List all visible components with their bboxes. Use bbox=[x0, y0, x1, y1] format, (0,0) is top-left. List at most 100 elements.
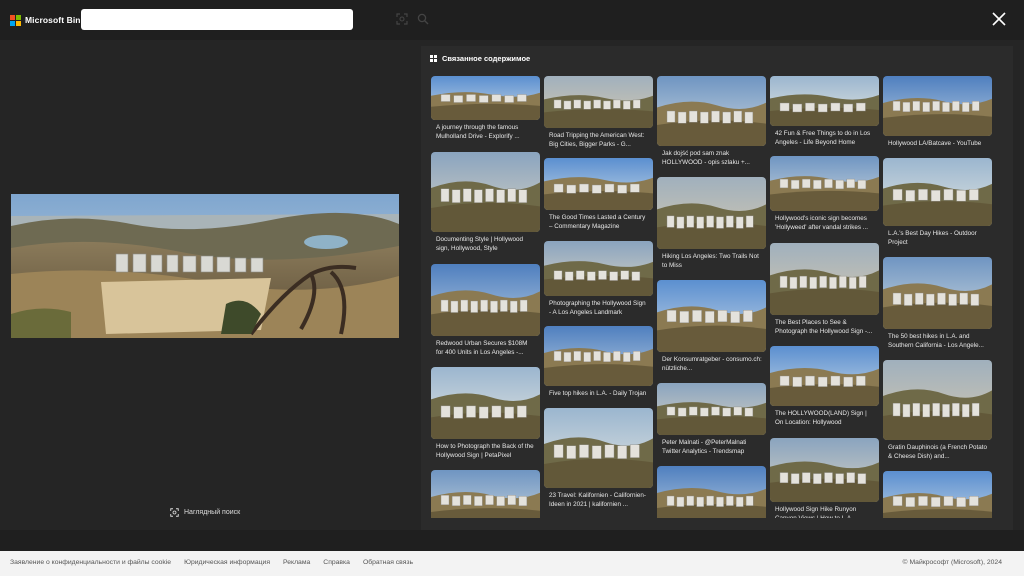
related-image-card[interactable]: Hollywood LA/Batcave - YouTube bbox=[883, 76, 992, 148]
sign-letter bbox=[970, 293, 980, 306]
related-image-card[interactable]: 23 Travel: Kalifornien - Californien-Ide… bbox=[544, 408, 653, 509]
close-icon[interactable] bbox=[991, 11, 1007, 27]
related-image-card[interactable]: The Best Places to See & Photograph the … bbox=[770, 243, 879, 336]
search-input[interactable] bbox=[87, 12, 307, 27]
sign-letter bbox=[518, 189, 528, 203]
sign-letter bbox=[722, 111, 731, 124]
sign-letter bbox=[937, 292, 946, 305]
related-image-card[interactable]: Gratin Dauphinois (a French Potato & Che… bbox=[883, 360, 992, 461]
sign-letter bbox=[603, 352, 611, 363]
related-image-card[interactable]: The HOLLYWOOD(LAND) Sign | On Location: … bbox=[770, 346, 879, 427]
related-image-card[interactable]: Hollywood's iconic sign becomes 'Hollywe… bbox=[770, 156, 879, 232]
sign-letter bbox=[496, 496, 505, 507]
related-image-card[interactable] bbox=[883, 471, 992, 518]
sign-letter bbox=[491, 405, 502, 418]
card-caption: The HOLLYWOOD(LAND) Sign | On Location: … bbox=[775, 410, 867, 426]
sign-letter bbox=[576, 270, 585, 280]
sign-letter bbox=[604, 183, 615, 193]
thumbnail-image bbox=[544, 408, 653, 488]
thumbnail bbox=[431, 76, 540, 120]
related-image-card[interactable]: 42 Fun & Free Things to do in Los Angele… bbox=[770, 76, 879, 147]
sign-letter bbox=[892, 189, 903, 201]
sign-letter bbox=[829, 276, 837, 289]
related-image-card[interactable]: Photographing the Hollywood Sign - A Los… bbox=[544, 241, 653, 317]
sign-letter bbox=[779, 178, 789, 189]
sign-letter bbox=[519, 299, 528, 312]
thumbnail-image bbox=[544, 76, 653, 128]
sign-letter bbox=[579, 444, 589, 458]
related-image-card[interactable]: L.A.'s Best Day Hikes - Outdoor Project bbox=[883, 158, 992, 247]
sign-letter bbox=[915, 292, 924, 305]
sign-letter bbox=[573, 99, 582, 109]
sign-letter bbox=[478, 95, 489, 103]
related-image-card[interactable]: The 50 best hikes in L.A. and Southern C… bbox=[883, 257, 992, 350]
footer-link-legal[interactable]: Юридическая информация bbox=[184, 559, 270, 566]
card-caption: Hiking Los Angeles: Two Trails Not to Mi… bbox=[662, 253, 759, 269]
related-image-card[interactable] bbox=[657, 466, 766, 518]
related-image-card[interactable]: Redwood Urban Secures $108M for 400 Unit… bbox=[431, 264, 540, 357]
sign-letter bbox=[903, 293, 913, 306]
sign-letter bbox=[744, 111, 754, 124]
sign-letter bbox=[717, 310, 728, 322]
sign-letter bbox=[745, 215, 754, 228]
related-image-card[interactable]: Five top hikes in L.A. - Daily Trojan bbox=[544, 326, 653, 398]
related-image-card[interactable]: Jak dojść pod sam znak HOLLYWOOD - opis … bbox=[657, 76, 766, 167]
thumbnail-image bbox=[657, 76, 766, 146]
sign-letter bbox=[892, 403, 901, 417]
main-image[interactable] bbox=[11, 194, 399, 338]
footer-link-privacy[interactable]: Заявление о конфиденциальности и файлы c… bbox=[10, 559, 171, 566]
thumbnail-image bbox=[544, 158, 653, 210]
card-caption: The Best Places to See & Photograph the … bbox=[775, 319, 873, 335]
footer-link-advertising[interactable]: Реклама bbox=[283, 559, 310, 566]
sign-letter bbox=[942, 404, 950, 418]
sign-letter bbox=[942, 102, 950, 113]
related-image-card[interactable]: Documenting Style | Hollywood sign, Holl… bbox=[431, 152, 540, 253]
bing-logo[interactable]: Microsoft Bing bbox=[10, 12, 86, 28]
related-image-card[interactable]: Peter Malnati - @PeterMalnati Twitter An… bbox=[657, 383, 766, 456]
related-image-card[interactable]: How to Photograph the Back of the Hollyw… bbox=[431, 367, 540, 460]
related-image-card[interactable]: Road Tripping the American West: Big Cit… bbox=[544, 76, 653, 149]
sign-letter bbox=[952, 403, 960, 417]
sign-letter bbox=[892, 292, 902, 305]
sign-letter bbox=[706, 495, 714, 506]
sign-letter bbox=[789, 276, 798, 289]
sign-letter bbox=[843, 103, 853, 113]
sign-letter bbox=[453, 406, 464, 419]
sign-letter bbox=[971, 403, 980, 417]
sign-letter bbox=[517, 405, 527, 418]
footer-link-feedback[interactable]: Обратная связь bbox=[363, 559, 413, 566]
visual-search-icon[interactable] bbox=[396, 13, 408, 25]
related-image-card[interactable]: A journey through the famous Mulholland … bbox=[431, 76, 540, 141]
sign-letter bbox=[858, 275, 867, 288]
grid-icon bbox=[430, 54, 438, 63]
related-image-card[interactable]: Hollywood Sign Hike Runyon Canyon Views … bbox=[770, 438, 879, 518]
sign-letter bbox=[902, 102, 911, 113]
related-image-card[interactable]: Hiking Los Angeles: Two Trails Not to Mi… bbox=[657, 177, 766, 270]
sign-letter bbox=[666, 110, 676, 123]
sign-letter bbox=[892, 496, 903, 507]
sign-letter bbox=[630, 183, 640, 193]
sign-letter bbox=[517, 94, 527, 102]
sign-letter bbox=[440, 299, 449, 312]
thumbnail bbox=[431, 152, 540, 232]
copyright: © Майкрософт (Microsoft), 2024 bbox=[902, 559, 1002, 566]
related-image-card[interactable]: Der Konsumratgeber - consumo.ch: nützlic… bbox=[657, 280, 766, 373]
sign-letter bbox=[689, 110, 698, 123]
thumbnail bbox=[883, 360, 992, 440]
sign-letter bbox=[451, 189, 461, 203]
sign-letter bbox=[613, 99, 621, 109]
sign-letter bbox=[676, 496, 685, 507]
footer-link-help[interactable]: Справка bbox=[323, 559, 350, 566]
sign-letter bbox=[716, 496, 724, 507]
card-caption: Hollywood Sign Hike Runyon Canyon Views … bbox=[775, 506, 857, 518]
visual-search-link[interactable]: Наглядный поиск bbox=[170, 508, 240, 517]
related-image-card[interactable]: The Good Times Lasted a Century – Commen… bbox=[544, 158, 653, 231]
thumbnail-image bbox=[770, 156, 879, 211]
sign-letter bbox=[583, 352, 591, 363]
related-image-card[interactable] bbox=[431, 470, 540, 518]
sign-letter bbox=[480, 299, 488, 312]
thumbnail-image bbox=[657, 383, 766, 435]
search-icon[interactable] bbox=[417, 13, 429, 25]
sign-letter bbox=[779, 375, 790, 386]
sign-letter bbox=[617, 184, 627, 194]
